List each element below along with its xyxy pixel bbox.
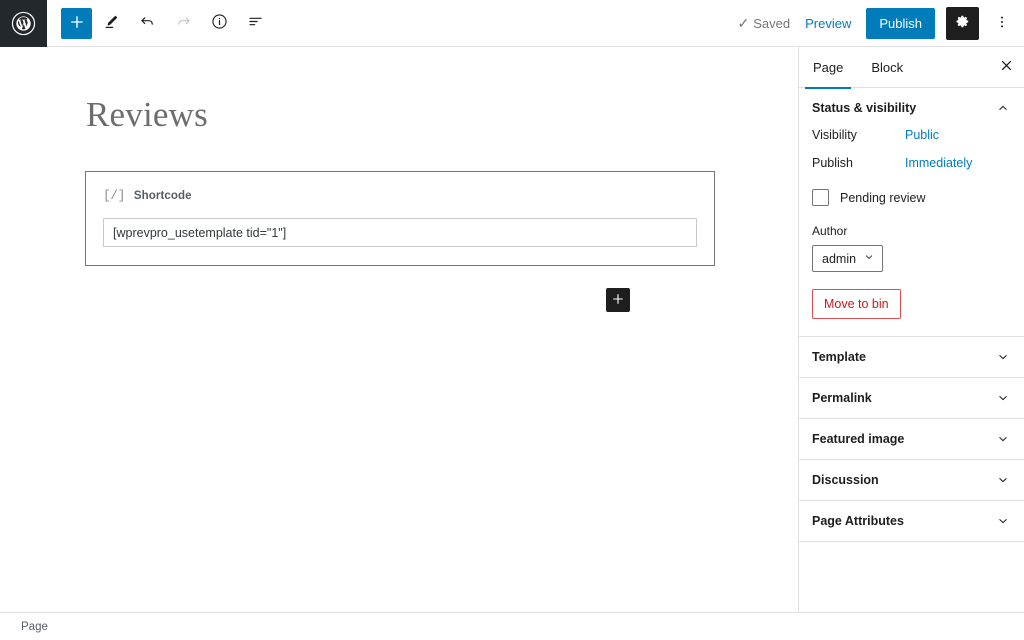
panel-title: Status & visibility — [812, 101, 917, 115]
author-select[interactable]: admin — [812, 245, 884, 272]
block-appender-row — [0, 288, 630, 313]
publish-button[interactable]: Publish — [866, 7, 935, 39]
block-inserter-button[interactable] — [606, 288, 630, 313]
panel-discussion-header[interactable]: Discussion — [799, 460, 1024, 500]
close-sidebar-button[interactable] — [988, 47, 1024, 88]
tab-block[interactable]: Block — [857, 47, 917, 88]
panel-template-header[interactable]: Template — [799, 337, 1024, 377]
settings-button[interactable] — [946, 6, 979, 40]
wordpress-block-editor: ✓ Saved Preview Publish Reviews [/] Shor… — [0, 0, 1024, 640]
panel-title: Template — [812, 350, 866, 364]
saved-label: Saved — [753, 15, 791, 31]
tab-page[interactable]: Page — [799, 47, 857, 89]
info-circle-icon — [210, 12, 229, 34]
panel-status-visibility-body: Visibility Public Publish Immediately Pe… — [799, 128, 1024, 336]
chevron-down-icon — [996, 473, 1010, 487]
panel-title: Page Attributes — [812, 514, 904, 528]
sidebar-tab-list: Page Block — [799, 47, 1024, 89]
author-label: Author — [812, 224, 848, 238]
author-select-value: admin — [822, 251, 857, 266]
redo-button[interactable] — [166, 6, 200, 40]
settings-sidebar: Page Block Status & visibility Visibilit… — [799, 47, 1024, 612]
shortcode-input[interactable] — [103, 218, 697, 248]
vertical-dots-icon — [994, 14, 1010, 33]
panel-title: Discussion — [812, 473, 879, 487]
publish-date-row: Publish Immediately — [812, 156, 1010, 170]
panel-title: Featured image — [812, 432, 905, 446]
panel-status-visibility: Status & visibility Visibility Public Pu… — [799, 88, 1024, 337]
shortcode-block[interactable]: [/] Shortcode — [85, 171, 715, 267]
editor-bottom-bar: Page — [0, 612, 1024, 640]
more-options-button[interactable] — [990, 7, 1014, 40]
editor-content: Reviews [/] Shortcode — [0, 47, 798, 313]
shortcode-block-header: [/] Shortcode — [103, 188, 697, 203]
list-view-button[interactable] — [238, 6, 272, 40]
pending-review-label[interactable]: Pending review — [840, 191, 925, 205]
chevron-up-icon — [996, 101, 1010, 115]
saved-status: ✓ Saved — [738, 16, 791, 31]
toolbar-right-group: ✓ Saved Preview Publish — [738, 0, 1024, 46]
list-view-icon — [246, 12, 265, 34]
undo-button[interactable] — [130, 6, 164, 40]
panel-featured-image: Featured image — [799, 419, 1024, 460]
chevron-down-icon — [996, 350, 1010, 364]
panel-title: Permalink — [812, 391, 872, 405]
editor-body: Reviews [/] Shortcode [wprevpro_usetempl… — [0, 47, 1024, 612]
check-icon: ✓ — [737, 15, 750, 31]
edit-tool-button[interactable] — [94, 6, 128, 40]
panel-status-visibility-header[interactable]: Status & visibility — [799, 88, 1024, 128]
visibility-value-button[interactable]: Public — [905, 128, 939, 142]
shortcode-block-label: Shortcode — [133, 189, 192, 202]
visibility-label: Visibility — [812, 128, 857, 142]
editor-toolbar: ✓ Saved Preview Publish — [0, 0, 1024, 47]
visibility-row: Visibility Public — [812, 128, 1010, 142]
chevron-down-icon — [996, 514, 1010, 528]
panel-page-attributes-header[interactable]: Page Attributes — [799, 501, 1024, 541]
preview-button[interactable]: Preview — [801, 10, 855, 37]
panel-featured-image-header[interactable]: Featured image — [799, 419, 1024, 459]
shortcode-icon: [/] — [103, 188, 125, 204]
panel-page-attributes: Page Attributes — [799, 501, 1024, 542]
breadcrumb-page[interactable]: Page — [21, 621, 48, 633]
move-to-bin-button[interactable]: Move to bin — [812, 289, 901, 319]
panel-permalink: Permalink — [799, 378, 1024, 419]
undo-arrow-icon — [138, 12, 157, 34]
plus-icon — [611, 292, 625, 309]
pending-review-checkbox[interactable] — [812, 189, 829, 206]
pencil-icon — [102, 12, 121, 34]
panel-permalink-header[interactable]: Permalink — [799, 378, 1024, 418]
chevron-down-icon — [996, 391, 1010, 405]
page-title[interactable]: Reviews — [86, 95, 798, 135]
panel-template: Template — [799, 337, 1024, 378]
add-block-button[interactable] — [61, 7, 92, 39]
plus-icon — [69, 14, 85, 33]
editor-canvas[interactable]: Reviews [/] Shortcode — [0, 47, 799, 612]
panel-discussion: Discussion — [799, 460, 1024, 501]
details-info-button[interactable] — [202, 6, 236, 40]
chevron-down-icon — [863, 251, 875, 266]
chevron-down-icon — [996, 432, 1010, 446]
publish-date-value-button[interactable]: Immediately — [905, 156, 972, 170]
wordpress-logo-button[interactable] — [0, 0, 47, 47]
close-icon — [1000, 59, 1013, 75]
redo-arrow-icon — [174, 12, 193, 34]
gear-icon — [954, 13, 971, 33]
pending-review-row: Pending review — [812, 189, 1010, 206]
publish-date-label: Publish — [812, 156, 853, 170]
wordpress-logo-icon — [11, 11, 36, 36]
toolbar-left-group — [47, 0, 272, 46]
